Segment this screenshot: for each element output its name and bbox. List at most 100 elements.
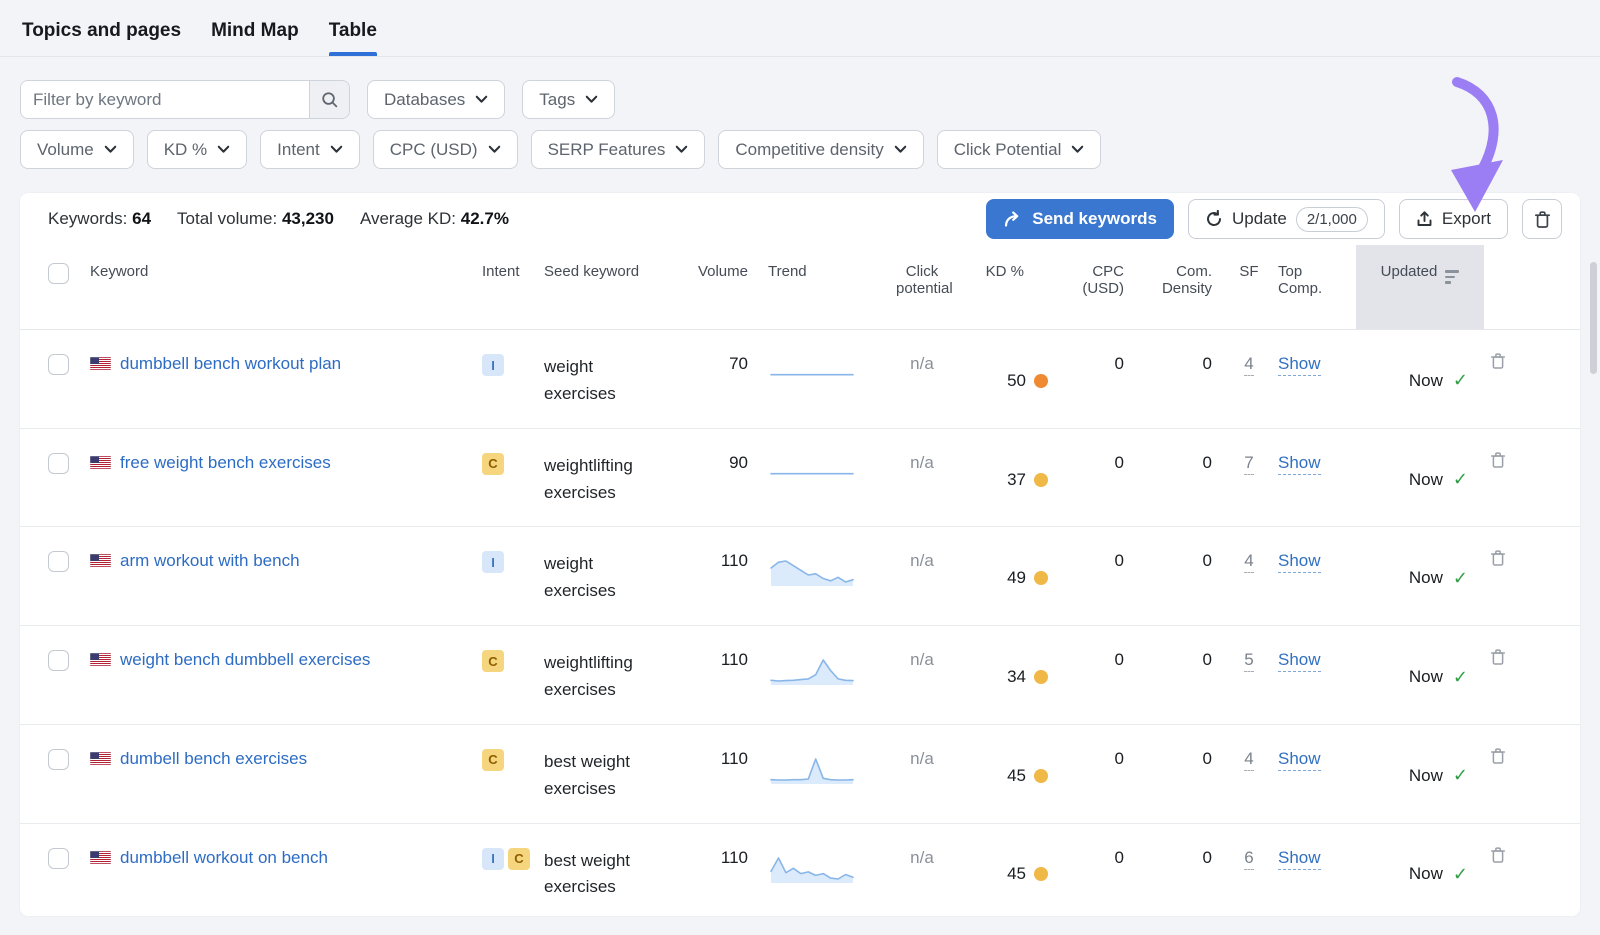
show-competitors-link[interactable]: Show: [1278, 650, 1321, 672]
filter-kd[interactable]: KD %: [147, 130, 247, 169]
filter-databases[interactable]: Databases: [367, 80, 505, 119]
trend-sparkline: [762, 330, 874, 428]
show-competitors-link[interactable]: Show: [1278, 354, 1321, 376]
seed-keyword-cell: weight exercises: [538, 330, 686, 428]
keyword-link[interactable]: free weight bench exercises: [120, 453, 331, 473]
filter-volume[interactable]: Volume: [20, 130, 134, 169]
us-flag-icon: [90, 554, 111, 567]
keyword-link[interactable]: weight bench dumbbell exercises: [120, 650, 370, 670]
us-flag-icon: [90, 851, 111, 864]
col-updated-sort[interactable]: Updated: [1356, 245, 1484, 329]
intent-badge-i: I: [482, 551, 504, 573]
kd-cell: 50: [970, 330, 1058, 428]
serp-features-cell: 7: [1226, 429, 1272, 527]
keyword-cell: dumbbell bench workout plan: [84, 330, 476, 428]
kd-difficulty-dot: [1034, 769, 1048, 783]
sf-count-link[interactable]: 4: [1244, 354, 1253, 376]
row-checkbox[interactable]: [48, 453, 69, 474]
intent-badge-c: C: [508, 848, 530, 870]
sf-count-link[interactable]: 5: [1244, 650, 1253, 672]
trend-sparkline: [762, 527, 874, 625]
sf-count-link[interactable]: 7: [1244, 453, 1253, 475]
show-competitors-link[interactable]: Show: [1278, 551, 1321, 573]
tab-table[interactable]: Table: [329, 20, 377, 56]
row-trash-icon[interactable]: [1490, 355, 1506, 374]
trash-icon: [1534, 210, 1551, 229]
volume-cell: 110: [686, 725, 762, 823]
click-potential-cell: n/a: [874, 330, 970, 428]
kd-difficulty-dot: [1034, 473, 1048, 487]
filter-tags[interactable]: Tags: [522, 80, 615, 119]
updated-cell: Now✓: [1356, 626, 1484, 724]
update-quota-pill: 2/1,000: [1296, 207, 1368, 232]
keyword-filter-input[interactable]: [21, 81, 309, 118]
table-row: arm workout with benchIweight exercises1…: [20, 527, 1580, 626]
row-checkbox[interactable]: [48, 551, 69, 572]
select-all-checkbox[interactable]: [48, 263, 69, 284]
export-button[interactable]: Export: [1399, 199, 1508, 239]
click-potential-cell: n/a: [874, 429, 970, 527]
show-competitors-link[interactable]: Show: [1278, 453, 1321, 475]
kd-difficulty-dot: [1034, 374, 1048, 388]
row-checkbox-cell: [20, 824, 84, 916]
kd-difficulty-dot: [1034, 867, 1048, 881]
sf-count-link[interactable]: 4: [1244, 749, 1253, 771]
intent-cell: C: [476, 429, 538, 527]
top-comp-cell: Show: [1272, 429, 1356, 527]
seed-keyword-cell: weight exercises: [538, 527, 686, 625]
col-volume: Volume: [686, 245, 762, 329]
chevron-down-icon: [585, 95, 598, 104]
row-checkbox-cell: [20, 330, 84, 428]
chevron-down-icon: [894, 145, 907, 154]
vertical-scrollbar-thumb[interactable]: [1590, 262, 1597, 374]
row-checkbox[interactable]: [48, 848, 69, 869]
tab-mind-map[interactable]: Mind Map: [211, 20, 299, 56]
update-button[interactable]: Update 2/1,000: [1188, 199, 1385, 239]
filter-serp-features[interactable]: SERP Features: [531, 130, 706, 169]
seed-keyword-cell: weightlifting exercises: [538, 429, 686, 527]
tab-topics-and-pages[interactable]: Topics and pages: [22, 20, 181, 56]
check-icon: ✓: [1453, 765, 1468, 786]
row-delete-cell: [1484, 725, 1524, 823]
keyword-link[interactable]: arm workout with bench: [120, 551, 300, 571]
keyword-link[interactable]: dumbbell workout on bench: [120, 848, 328, 868]
filter-cpc-usd[interactable]: CPC (USD): [373, 130, 518, 169]
row-trash-icon[interactable]: [1490, 750, 1506, 769]
keyword-link[interactable]: dumbell bench exercises: [120, 749, 307, 769]
row-checkbox[interactable]: [48, 354, 69, 375]
average-kd: Average KD: 42.7%: [360, 209, 509, 229]
filter-competitive-density[interactable]: Competitive density: [718, 130, 923, 169]
row-trash-icon[interactable]: [1490, 454, 1506, 473]
kd-difficulty-dot: [1034, 670, 1048, 684]
row-checkbox[interactable]: [48, 749, 69, 770]
table-row: dumbbell bench workout planIweight exerc…: [20, 330, 1580, 429]
show-competitors-link[interactable]: Show: [1278, 848, 1321, 870]
filter-intent[interactable]: Intent: [260, 130, 360, 169]
chevron-down-icon: [330, 145, 343, 154]
delete-all-button[interactable]: [1522, 199, 1562, 239]
row-trash-icon[interactable]: [1490, 651, 1506, 670]
filter-row-2: Volume KD % Intent CPC (USD) SERP Features Co…: [20, 130, 1600, 169]
filter-click-potential[interactable]: Click Potential: [937, 130, 1102, 169]
sf-count-link[interactable]: 6: [1244, 848, 1253, 870]
row-checkbox[interactable]: [48, 650, 69, 671]
row-delete-cell: [1484, 330, 1524, 428]
sf-count-link[interactable]: 4: [1244, 551, 1253, 573]
seed-keyword-cell: best weight exercises: [538, 725, 686, 823]
table-toolbar: Keywords: 64 Total volume: 43,230 Averag…: [20, 193, 1580, 245]
us-flag-icon: [90, 752, 111, 765]
row-trash-icon[interactable]: [1490, 849, 1506, 868]
chevron-down-icon: [104, 145, 117, 154]
send-keywords-button[interactable]: Send keywords: [986, 199, 1174, 239]
chevron-down-icon: [217, 145, 230, 154]
kd-cell: 34: [970, 626, 1058, 724]
search-icon[interactable]: [309, 81, 349, 118]
row-trash-icon[interactable]: [1490, 552, 1506, 571]
keyword-cell: weight bench dumbbell exercises: [84, 626, 476, 724]
us-flag-icon: [90, 357, 111, 370]
table-row: dumbell bench exercisesCbest weight exer…: [20, 725, 1580, 824]
keyword-link[interactable]: dumbbell bench workout plan: [120, 354, 341, 374]
seed-keyword-cell: weightlifting exercises: [538, 626, 686, 724]
serp-features-cell: 4: [1226, 725, 1272, 823]
show-competitors-link[interactable]: Show: [1278, 749, 1321, 771]
